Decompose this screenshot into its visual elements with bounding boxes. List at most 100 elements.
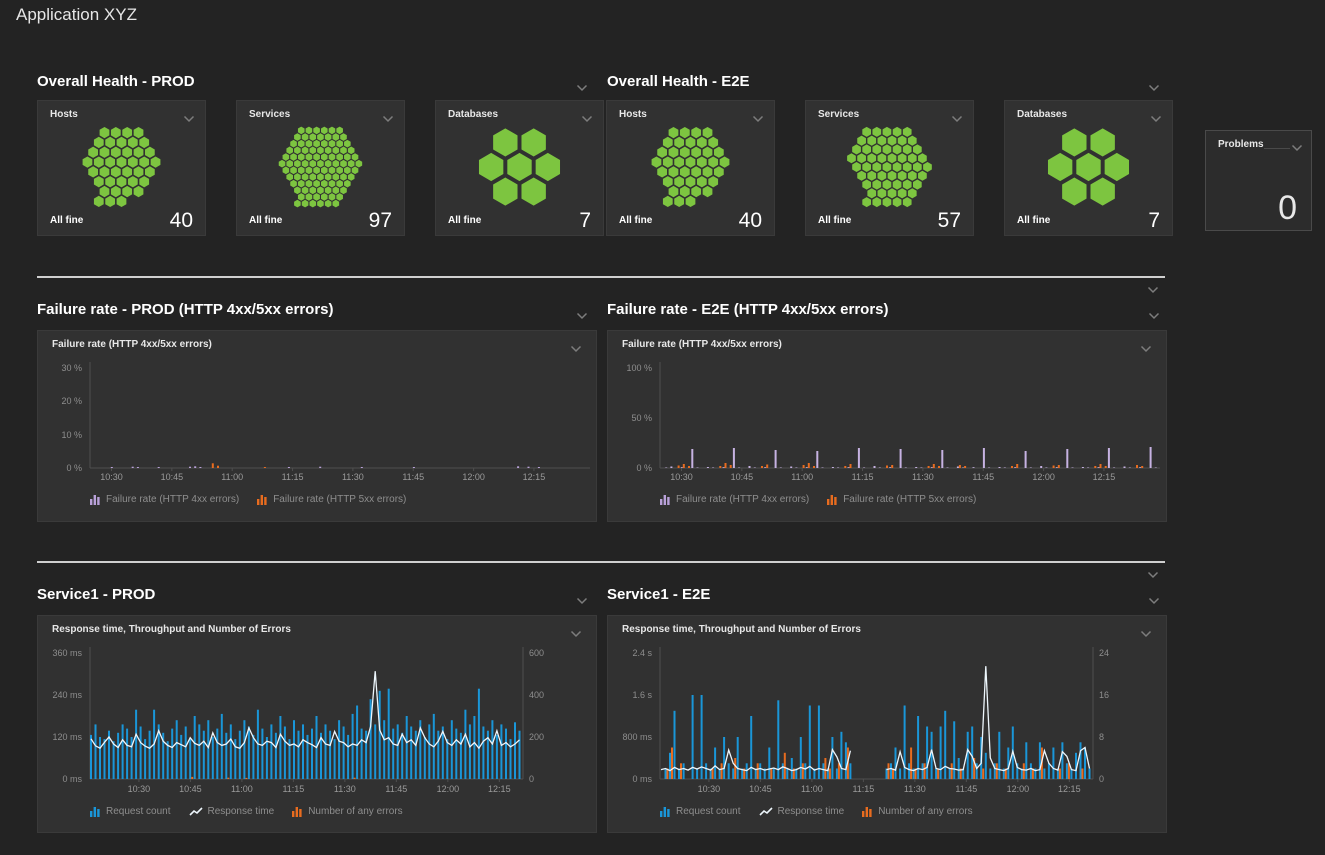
- hexagon[interactable]: [1090, 128, 1114, 156]
- hexagon[interactable]: [105, 137, 115, 148]
- hexagon[interactable]: [286, 173, 293, 181]
- hexagon[interactable]: [862, 197, 871, 207]
- hexagon[interactable]: [908, 171, 917, 181]
- hexagon[interactable]: [306, 167, 313, 175]
- hexagon[interactable]: [128, 176, 138, 187]
- hexagon[interactable]: [857, 153, 866, 163]
- hexagon[interactable]: [663, 176, 673, 187]
- hexagon[interactable]: [344, 140, 351, 148]
- hexagon[interactable]: [317, 186, 324, 194]
- hexagon[interactable]: [105, 196, 115, 207]
- hexagon[interactable]: [306, 153, 313, 161]
- hexagon[interactable]: [321, 127, 328, 135]
- hexagon[interactable]: [294, 173, 301, 181]
- hexagon[interactable]: [317, 133, 324, 141]
- hexagon[interactable]: [857, 136, 866, 146]
- honeycomb-chart[interactable]: [1014, 125, 1163, 209]
- hexagon[interactable]: [294, 160, 301, 168]
- hexagon[interactable]: [340, 147, 347, 155]
- hexagon[interactable]: [872, 144, 881, 154]
- hexagon[interactable]: [872, 180, 881, 190]
- chevron-down-icon[interactable]: [1148, 307, 1160, 315]
- hexagon[interactable]: [309, 186, 316, 194]
- hexagon[interactable]: [893, 127, 902, 137]
- hexagon[interactable]: [674, 196, 684, 207]
- health-tile-prod-hosts[interactable]: Hosts All fine 40: [37, 100, 206, 236]
- hexagon[interactable]: [691, 186, 701, 197]
- health-tile-prod-databases[interactable]: Databases All fine 7: [435, 100, 604, 236]
- hexagon[interactable]: [111, 127, 121, 138]
- hexagon[interactable]: [105, 156, 115, 167]
- hexagon[interactable]: [923, 162, 932, 172]
- hexagon[interactable]: [128, 156, 138, 167]
- hexagon[interactable]: [913, 162, 922, 172]
- hexagon[interactable]: [888, 188, 897, 198]
- hexagon[interactable]: [309, 147, 316, 155]
- chevron-down-icon[interactable]: [183, 110, 195, 118]
- hexagon[interactable]: [703, 127, 713, 138]
- legend-item[interactable]: Failure rate (HTTP 5xx errors): [827, 494, 976, 505]
- hexagon[interactable]: [867, 188, 876, 198]
- hexagon[interactable]: [862, 144, 871, 154]
- hexagon[interactable]: [111, 186, 121, 197]
- chevron-down-icon[interactable]: [951, 110, 963, 118]
- chart-tile-service-prod[interactable]: Response time, Throughput and Number of …: [37, 615, 597, 833]
- hexagon[interactable]: [878, 171, 887, 181]
- hexagon[interactable]: [88, 147, 98, 158]
- hexagon[interactable]: [708, 137, 718, 148]
- hexagon[interactable]: [888, 171, 897, 181]
- problems-tile[interactable]: Problems 0: [1205, 130, 1312, 231]
- hexagon[interactable]: [867, 171, 876, 181]
- hexagon[interactable]: [302, 133, 309, 141]
- hexagon[interactable]: [680, 147, 690, 158]
- hexagon[interactable]: [872, 197, 881, 207]
- legend-item[interactable]: Number of any errors: [862, 806, 972, 817]
- hexagon[interactable]: [903, 180, 912, 190]
- hexagon[interactable]: [313, 180, 320, 188]
- chart-tile-service-e2e[interactable]: Response time, Throughput and Number of …: [607, 615, 1167, 833]
- legend-item[interactable]: Failure rate (HTTP 4xx errors): [90, 494, 239, 505]
- hexagon[interactable]: [294, 147, 301, 155]
- hexagon[interactable]: [111, 147, 121, 158]
- hexagon[interactable]: [325, 200, 332, 208]
- hexagon[interactable]: [691, 127, 701, 138]
- hexagon[interactable]: [145, 166, 155, 177]
- hexagon[interactable]: [294, 200, 301, 208]
- hexagon[interactable]: [652, 156, 662, 167]
- hexagon[interactable]: [878, 188, 887, 198]
- chevron-down-icon[interactable]: [752, 110, 764, 118]
- hexagon[interactable]: [313, 193, 320, 201]
- hexagon[interactable]: [691, 147, 701, 158]
- hexagon[interactable]: [878, 136, 887, 146]
- hexagon[interactable]: [521, 177, 545, 205]
- hexagon[interactable]: [313, 167, 320, 175]
- hexagon[interactable]: [94, 156, 104, 167]
- hexagon[interactable]: [294, 133, 301, 141]
- hexagon[interactable]: [333, 200, 340, 208]
- hexagon[interactable]: [145, 147, 155, 158]
- hexagon[interactable]: [348, 147, 355, 155]
- hexagon[interactable]: [344, 153, 351, 161]
- hexagon[interactable]: [669, 147, 679, 158]
- hexagon[interactable]: [88, 166, 98, 177]
- honeycomb-chart[interactable]: [445, 125, 594, 209]
- hexagon[interactable]: [703, 186, 713, 197]
- hexagon[interactable]: [1090, 177, 1114, 205]
- hexagon[interactable]: [139, 176, 149, 187]
- hexagon[interactable]: [321, 193, 328, 201]
- hexagon[interactable]: [333, 173, 340, 181]
- hexagon[interactable]: [336, 180, 343, 188]
- hexagon[interactable]: [340, 186, 347, 194]
- hexagon[interactable]: [336, 140, 343, 148]
- hexagon[interactable]: [348, 160, 355, 168]
- hexagon[interactable]: [306, 140, 313, 148]
- hexagon[interactable]: [913, 144, 922, 154]
- hexagon[interactable]: [302, 147, 309, 155]
- hexagon[interactable]: [325, 173, 332, 181]
- hexagon[interactable]: [134, 127, 144, 138]
- hexagon[interactable]: [317, 200, 324, 208]
- health-tile-e2e-hosts[interactable]: Hosts All fine 40: [606, 100, 775, 236]
- hexagon[interactable]: [883, 197, 892, 207]
- hexagon[interactable]: [134, 166, 144, 177]
- hexagon[interactable]: [1105, 153, 1129, 181]
